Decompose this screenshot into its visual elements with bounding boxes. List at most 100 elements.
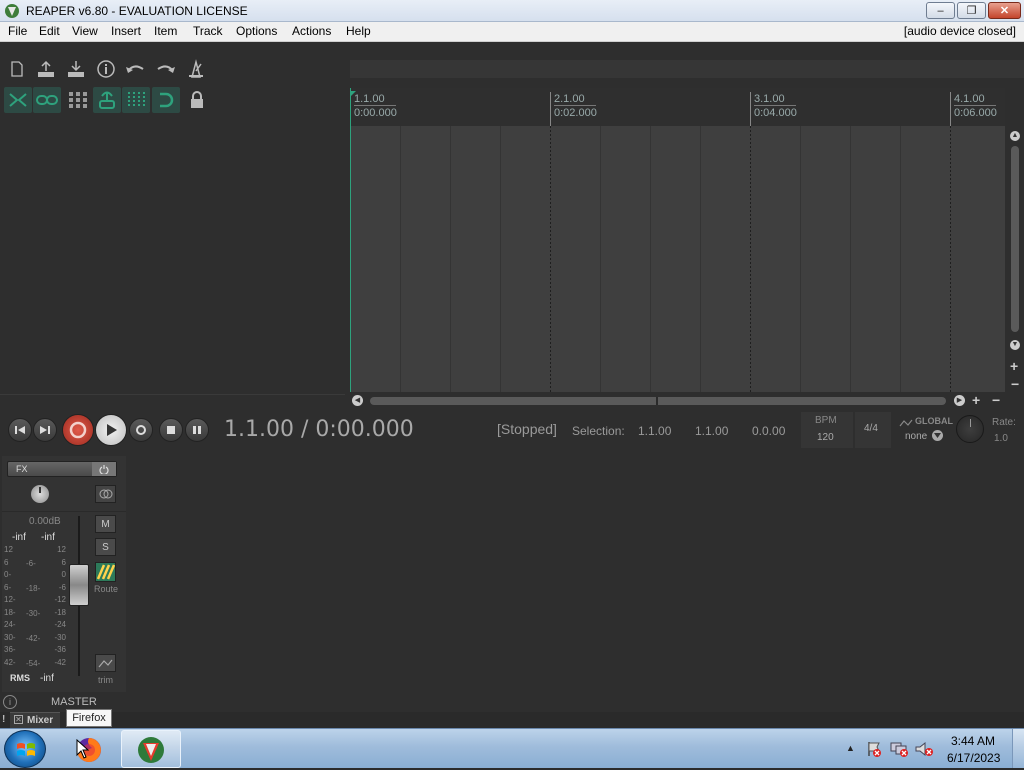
windows-taskbar: ▲ 3:44 AM 6/17/2023: [0, 728, 1024, 768]
project-info-icon[interactable]: [95, 58, 117, 80]
mute-button[interactable]: M: [95, 515, 116, 533]
zoom-out-vertical-icon[interactable]: −: [1011, 376, 1019, 392]
link-icon[interactable]: [33, 87, 61, 113]
volume-db[interactable]: 0.00dB: [29, 516, 61, 527]
fx-power-icon[interactable]: [92, 462, 116, 476]
ruler-time-label: 0:06.000: [954, 107, 997, 119]
selection-length[interactable]: 0.0.00: [752, 424, 785, 438]
new-project-icon[interactable]: [6, 58, 28, 80]
global-dropdown-icon[interactable]: [932, 430, 943, 441]
snap-icon[interactable]: [152, 87, 180, 113]
time-signature: 4/4: [864, 423, 878, 434]
go-to-start-button[interactable]: [8, 418, 32, 442]
redo-icon[interactable]: [155, 58, 177, 80]
go-to-end-button[interactable]: [33, 418, 57, 442]
selection-label: Selection:: [572, 424, 625, 438]
menu-edit[interactable]: Edit: [39, 24, 60, 38]
scroll-left-icon[interactable]: ◀: [352, 395, 363, 406]
mixer-tab[interactable]: ✕ Mixer: [10, 712, 60, 728]
minimize-button[interactable]: –: [926, 2, 955, 19]
ripple-edit-icon[interactable]: [4, 87, 32, 113]
grid-icon[interactable]: [64, 87, 92, 113]
grid-line: [600, 126, 601, 392]
show-desktop-button[interactable]: [1012, 729, 1024, 768]
solo-button[interactable]: S: [95, 538, 116, 556]
repeat-button[interactable]: [129, 418, 153, 442]
pan-knob[interactable]: [31, 485, 49, 503]
master-track-name: MASTER: [51, 696, 97, 708]
position-display[interactable]: 1.1.00 / 0:00.000: [224, 417, 414, 442]
docker-tab-bar: ! ✕ Mixer: [0, 712, 1024, 728]
ruler-time-label: 0:04.000: [754, 107, 797, 119]
undo-icon[interactable]: [124, 58, 146, 80]
open-project-icon[interactable]: [35, 58, 57, 80]
menu-item[interactable]: Item: [154, 24, 177, 38]
firefox-tooltip: Firefox: [66, 709, 112, 727]
pause-button[interactable]: [185, 418, 209, 442]
window-title: REAPER v6.80 - EVALUATION LICENSE: [26, 4, 248, 18]
meter-scale-left: 12 6 0- 6- 12- 18- 24- 30- 36- 42-: [4, 545, 16, 667]
bpm-box[interactable]: BPM 120: [801, 412, 853, 448]
vertical-scrollbar[interactable]: ▲ ▼ + −: [1008, 128, 1022, 392]
divider: [0, 394, 345, 395]
rate-knob[interactable]: [956, 415, 984, 443]
menu-track[interactable]: Track: [193, 24, 223, 38]
menu-file[interactable]: File: [8, 24, 27, 38]
zoom-out-horizontal-icon[interactable]: −: [992, 392, 1000, 408]
docker-menu-icon[interactable]: !: [2, 714, 5, 725]
menu-view[interactable]: View: [72, 24, 98, 38]
ruler-bar-label: 3.1.00: [754, 93, 785, 105]
menu-help[interactable]: Help: [346, 24, 371, 38]
fx-bar[interactable]: FX: [7, 461, 117, 477]
vertical-scroll-thumb[interactable]: [1011, 146, 1019, 332]
action-center-flag-icon[interactable]: [866, 741, 882, 762]
selection-start[interactable]: 1.1.00: [638, 424, 671, 438]
menu-insert[interactable]: Insert: [111, 24, 141, 38]
zoom-in-vertical-icon[interactable]: +: [1010, 358, 1018, 374]
track-info-icon[interactable]: i: [3, 695, 17, 709]
ruler-bar-label: 4.1.00: [954, 93, 985, 105]
scroll-down-icon[interactable]: ▼: [1010, 340, 1020, 350]
scroll-up-icon[interactable]: ▲: [1010, 131, 1020, 141]
clock-date[interactable]: 6/17/2023: [947, 751, 1000, 765]
reaper-taskbar-button[interactable]: [121, 730, 181, 768]
lock-icon[interactable]: [185, 87, 209, 113]
grid-line: [900, 126, 901, 392]
menu-actions[interactable]: Actions: [292, 24, 331, 38]
menu-options[interactable]: Options: [236, 24, 277, 38]
envelope-lock-icon[interactable]: [93, 87, 121, 113]
clock-time[interactable]: 3:44 AM: [951, 734, 995, 748]
zoom-in-horizontal-icon[interactable]: +: [972, 392, 980, 408]
scroll-right-icon[interactable]: ▶: [954, 395, 965, 406]
snap-grid-icon[interactable]: [122, 87, 150, 113]
stop-button[interactable]: [159, 418, 183, 442]
edit-cursor: [350, 126, 351, 392]
tray-expand-icon[interactable]: ▲: [846, 743, 855, 753]
ruler-mark: 4.1.00: [954, 93, 996, 106]
time-signature-box[interactable]: 4/4: [855, 412, 891, 448]
horizontal-scrollbar[interactable]: ◀ ▶: [350, 394, 974, 408]
record-button[interactable]: [62, 414, 94, 446]
timeline-ruler[interactable]: 1.1.00 0:00.000 2.1.00 0:02.000 3.1.00 0…: [350, 88, 1005, 126]
selection-end[interactable]: 1.1.00: [695, 424, 728, 438]
start-button[interactable]: [4, 730, 46, 768]
play-button[interactable]: [95, 414, 127, 446]
save-project-icon[interactable]: [65, 58, 87, 80]
trim-envelope-icon[interactable]: [95, 654, 116, 672]
ruler-bar-label: 2.1.00: [554, 93, 585, 105]
global-value[interactable]: none: [905, 431, 927, 442]
close-button[interactable]: ✕: [988, 2, 1021, 19]
bar-line: [950, 126, 951, 392]
mixer-tab-close-icon[interactable]: ✕: [14, 715, 23, 724]
stereo-width-icon[interactable]: [95, 485, 116, 503]
track-arrange-area[interactable]: [350, 126, 1005, 392]
network-icon[interactable]: [890, 741, 908, 762]
arrange-header-bar: [350, 60, 1024, 78]
volume-muted-icon[interactable]: [915, 741, 933, 762]
volume-fader[interactable]: [69, 564, 89, 606]
ruler-bar-label: 1.1.00: [354, 93, 385, 105]
route-icon[interactable]: [95, 562, 116, 582]
maximize-button[interactable]: ❐: [957, 2, 986, 19]
horizontal-scroll-thumb[interactable]: [370, 397, 946, 405]
metronome-icon[interactable]: [185, 58, 207, 80]
